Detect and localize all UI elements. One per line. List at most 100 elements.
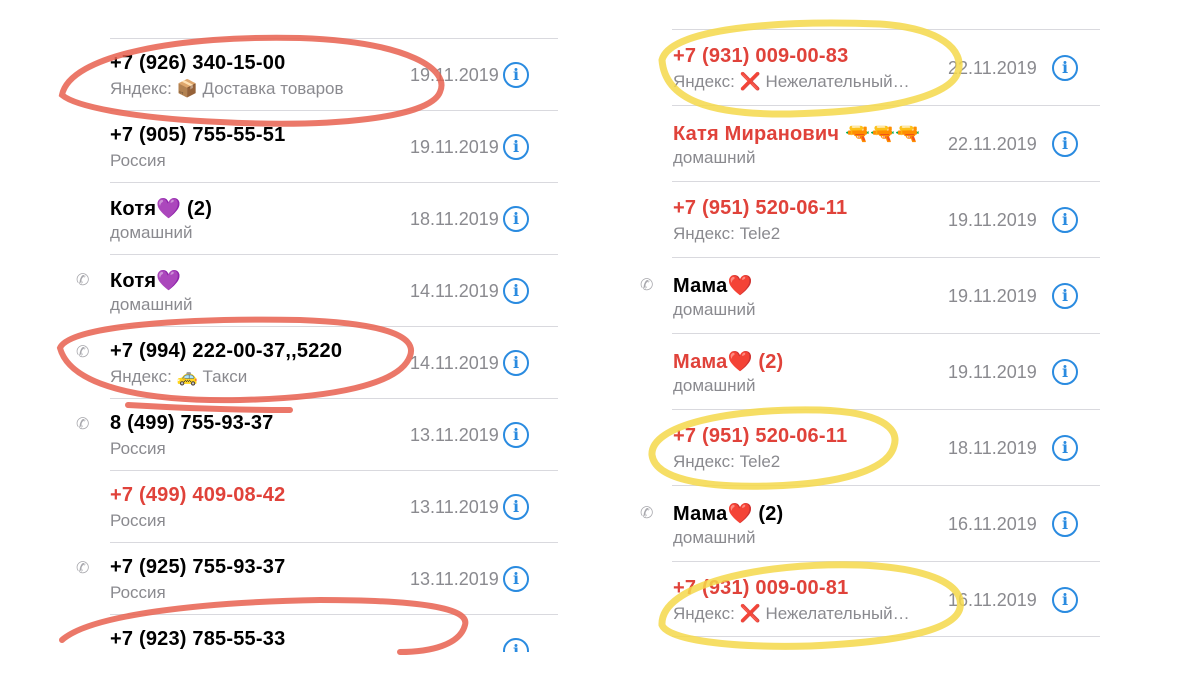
caller-subtitle: Яндекс: ❌ Нежелательный…: [673, 604, 910, 623]
caller-name: Мама❤️: [673, 275, 753, 297]
caller-name: Катя Миранович 🔫🔫🔫: [673, 123, 921, 145]
call-date: 18.11.2019: [948, 438, 1037, 458]
call-date: 16.11.2019: [948, 514, 1037, 534]
caller-name: +7 (931) 009-00-81: [673, 577, 849, 599]
info-icon[interactable]: i: [503, 350, 529, 376]
call-row[interactable]: Мама❤️ (2) домашний 19.11.2019 i: [640, 333, 1100, 409]
caller-subtitle: Яндекс: Tele2: [673, 452, 781, 471]
caller-subtitle: домашний: [673, 528, 756, 547]
caller-name: +7 (926) 340-15-00: [110, 52, 286, 74]
row-separator: [672, 636, 1100, 637]
call-row[interactable]: Котя💜 (2) домашний 18.11.2019 i: [60, 182, 558, 254]
call-row[interactable]: ✆ 8 (499) 755-93-37 Россия 13.11.2019 i: [60, 398, 558, 470]
info-icon[interactable]: i: [1052, 55, 1078, 81]
row-separator: [672, 561, 1100, 562]
caller-subtitle: Яндекс: 🚕 Такси: [110, 367, 248, 386]
call-row[interactable]: ✆ +7 (994) 222-00-37,,5220 Яндекс: 🚕 Так…: [60, 326, 558, 398]
caller-subtitle: домашний: [673, 148, 756, 167]
caller-subtitle: домашний: [673, 376, 756, 395]
call-row[interactable]: +7 (951) 520-06-11 Яндекс: Tele2 19.11.2…: [640, 181, 1100, 257]
caller-subtitle: Яндекс: 📦 Доставка товаров: [110, 79, 344, 98]
row-separator: [672, 181, 1100, 182]
caller-subtitle: Яндекс: ❌ Нежелательный…: [673, 72, 910, 91]
call-date: 14.11.2019: [410, 281, 499, 301]
call-date: 22.11.2019: [948, 58, 1037, 78]
row-separator: [110, 542, 558, 543]
call-date: 19.11.2019: [410, 65, 499, 85]
info-icon[interactable]: i: [503, 278, 529, 304]
call-row[interactable]: +7 (931) 009-00-81 Яндекс: ❌ Нежелательн…: [640, 561, 1100, 637]
info-icon[interactable]: i: [503, 638, 529, 652]
outgoing-call-icon: ✆: [640, 277, 654, 294]
call-date: 22.11.2019: [948, 134, 1037, 154]
row-separator: [110, 110, 558, 111]
row-separator: [110, 38, 558, 39]
row-separator: [672, 409, 1100, 410]
call-row[interactable]: +7 (923) 785-55-33 i: [60, 614, 558, 652]
row-separator: [672, 29, 1100, 30]
call-row[interactable]: ✆ Мама❤️ (2) домашний 16.11.2019 i: [640, 485, 1100, 561]
call-date: 19.11.2019: [948, 210, 1037, 230]
left-call-list: +7 (926) 340-15-00 Яндекс: 📦 Доставка то…: [60, 0, 558, 652]
call-row[interactable]: +7 (905) 755-55-51 Россия 19.11.2019 i: [60, 110, 558, 182]
caller-name: Котя💜 (2): [110, 198, 213, 220]
info-icon[interactable]: i: [503, 566, 529, 592]
info-icon[interactable]: i: [503, 206, 529, 232]
info-icon[interactable]: i: [503, 494, 529, 520]
call-row[interactable]: +7 (926) 340-15-00 Яндекс: 📦 Доставка то…: [60, 38, 558, 110]
row-separator: [110, 326, 558, 327]
call-date: 13.11.2019: [410, 425, 499, 445]
call-row[interactable]: +7 (499) 409-08-42 Россия 13.11.2019 i: [60, 470, 558, 542]
info-icon[interactable]: i: [1052, 435, 1078, 461]
outgoing-call-icon: ✆: [76, 560, 90, 577]
caller-name: Котя💜: [110, 270, 182, 292]
call-row[interactable]: Катя Миранович 🔫🔫🔫 домашний 22.11.2019 i: [640, 105, 1100, 181]
caller-name: +7 (931) 009-00-83: [673, 45, 849, 67]
call-date: 13.11.2019: [410, 497, 499, 517]
caller-name: +7 (951) 520-06-11: [673, 197, 848, 219]
outgoing-call-icon: ✆: [76, 272, 90, 289]
info-icon[interactable]: i: [503, 62, 529, 88]
row-separator: [110, 182, 558, 183]
row-separator: [672, 333, 1100, 334]
row-separator: [110, 398, 558, 399]
call-date: 13.11.2019: [410, 569, 499, 589]
caller-subtitle: Яндекс: Tele2: [673, 224, 781, 243]
right-call-list: +7 (931) 009-00-83 Яндекс: ❌ Нежелательн…: [640, 0, 1100, 638]
call-row[interactable]: ✆ +7 (925) 755-93-37 Россия 13.11.2019 i: [60, 542, 558, 614]
call-row[interactable]: +7 (931) 009-00-83 Яндекс: ❌ Нежелательн…: [640, 29, 1100, 105]
row-separator: [110, 470, 558, 471]
caller-subtitle: Россия: [110, 511, 166, 530]
info-icon[interactable]: i: [1052, 131, 1078, 157]
info-icon[interactable]: i: [1052, 207, 1078, 233]
caller-name: +7 (923) 785-55-33: [110, 628, 286, 650]
call-row[interactable]: ✆ Котя💜 домашний 14.11.2019 i: [60, 254, 558, 326]
caller-subtitle: домашний: [110, 295, 193, 314]
info-icon[interactable]: i: [1052, 511, 1078, 537]
row-separator: [110, 254, 558, 255]
caller-name: +7 (951) 520-06-11: [673, 425, 848, 447]
info-icon[interactable]: i: [503, 422, 529, 448]
outgoing-call-icon: ✆: [640, 505, 654, 522]
caller-name: +7 (905) 755-55-51: [110, 124, 286, 146]
info-icon[interactable]: i: [1052, 359, 1078, 385]
caller-subtitle: Россия: [110, 439, 166, 458]
call-date: 19.11.2019: [948, 286, 1037, 306]
call-row[interactable]: +7 (951) 520-06-11 Яндекс: Tele2 18.11.2…: [640, 409, 1100, 485]
info-icon[interactable]: i: [1052, 587, 1078, 613]
call-date: 14.11.2019: [410, 353, 499, 373]
info-icon[interactable]: i: [503, 134, 529, 160]
caller-subtitle: домашний: [673, 300, 756, 319]
caller-name: Мама❤️ (2): [673, 351, 784, 373]
info-icon[interactable]: i: [1052, 283, 1078, 309]
caller-subtitle: Россия: [110, 583, 166, 602]
row-separator: [110, 614, 558, 615]
caller-name: Мама❤️ (2): [673, 503, 784, 525]
row-separator: [672, 257, 1100, 258]
call-row[interactable]: ✆ Мама❤️ домашний 19.11.2019 i: [640, 257, 1100, 333]
caller-name: +7 (499) 409-08-42: [110, 484, 286, 506]
outgoing-call-icon: ✆: [76, 344, 90, 361]
call-date: 16.11.2019: [948, 590, 1037, 610]
row-separator: [672, 105, 1100, 106]
caller-subtitle: домашний: [110, 223, 193, 242]
